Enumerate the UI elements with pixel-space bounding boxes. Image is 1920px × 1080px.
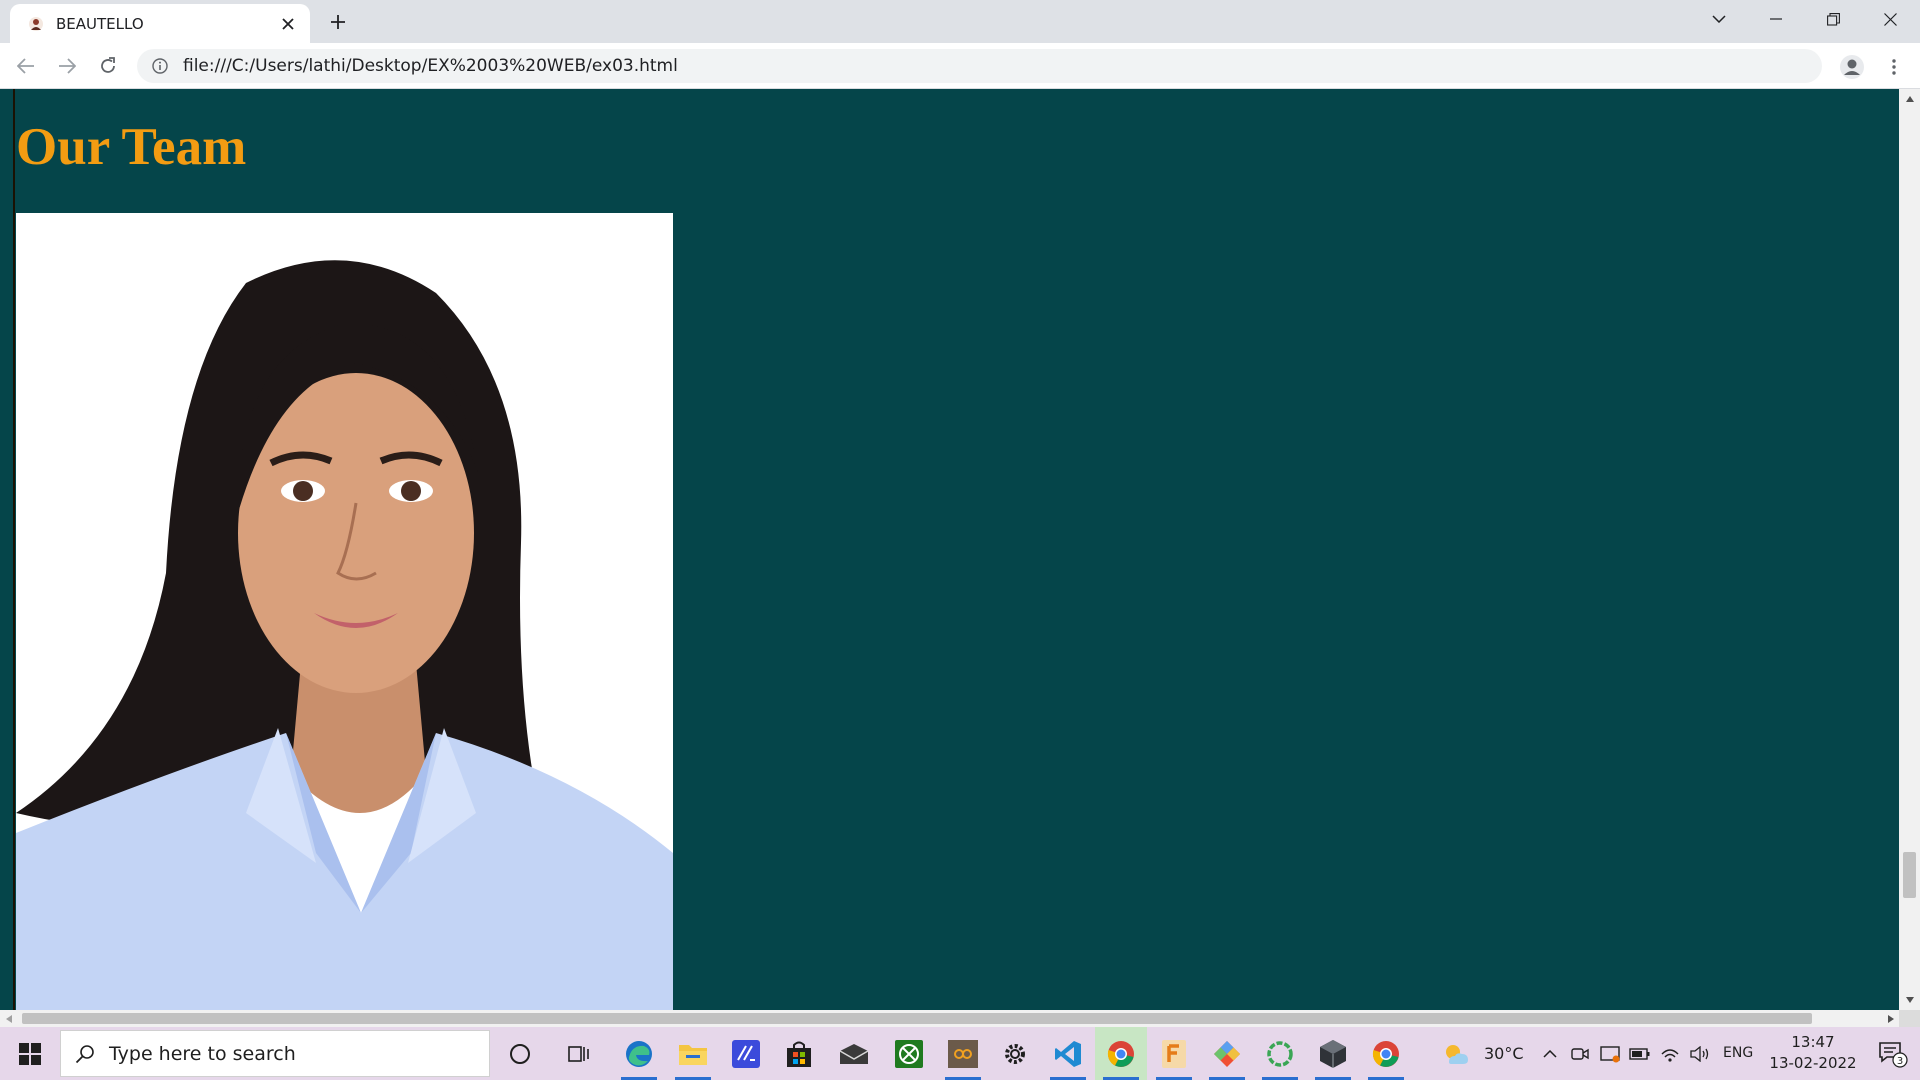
- search-placeholder: Type here to search: [109, 1042, 296, 1065]
- vertical-scroll-thumb[interactable]: [1903, 852, 1916, 898]
- tab-title: BEAUTELLO: [56, 14, 144, 33]
- scroll-down-icon[interactable]: [1899, 990, 1920, 1010]
- task-view-icon[interactable]: [554, 1027, 606, 1080]
- url-text: file:///C:/Users/lathi/Desktop/EX%2003%2…: [183, 56, 678, 76]
- chrome-icon[interactable]: [1360, 1027, 1412, 1080]
- favicon-icon: [26, 14, 46, 34]
- sublime-icon[interactable]: [1148, 1027, 1200, 1080]
- horizontal-scroll-thumb[interactable]: [22, 1013, 1812, 1024]
- scroll-right-icon[interactable]: [1882, 1010, 1899, 1027]
- settings-icon[interactable]: [989, 1027, 1041, 1080]
- weather-icon[interactable]: [1436, 1027, 1476, 1080]
- search-icon: [75, 1044, 94, 1063]
- cube-app-icon[interactable]: [1307, 1027, 1359, 1080]
- horizontal-scrollbar[interactable]: [0, 1010, 1899, 1027]
- new-tab-button[interactable]: [325, 9, 351, 35]
- browser-tabstrip: BEAUTELLO: [0, 0, 1920, 43]
- clock-date: 13-02-2022: [1769, 1054, 1857, 1072]
- browser-toolbar: file:///C:/Users/lathi/Desktop/EX%2003%2…: [0, 43, 1920, 89]
- store-icon[interactable]: [773, 1027, 825, 1080]
- xbox-icon[interactable]: [883, 1027, 935, 1080]
- profile-icon[interactable]: [1836, 51, 1868, 83]
- wifi-icon[interactable]: [1656, 1027, 1684, 1080]
- clock-time: 13:47: [1791, 1033, 1835, 1051]
- close-window-icon[interactable]: [1866, 0, 1914, 38]
- cortana-icon[interactable]: [494, 1027, 546, 1080]
- edge-icon[interactable]: [613, 1027, 665, 1080]
- menu-icon[interactable]: [1878, 51, 1910, 83]
- cortana-ring-icon[interactable]: [1254, 1027, 1306, 1080]
- browser-tab[interactable]: BEAUTELLO: [10, 4, 310, 43]
- back-icon[interactable]: [9, 49, 43, 83]
- media-app-icon[interactable]: [937, 1027, 989, 1080]
- chrome-active-icon[interactable]: [1095, 1027, 1147, 1080]
- weather-temperature[interactable]: 30°C: [1484, 1044, 1524, 1063]
- chevron-up-icon[interactable]: [1535, 1027, 1565, 1080]
- reload-icon[interactable]: [91, 49, 125, 83]
- vscode-icon[interactable]: [1042, 1027, 1094, 1080]
- restore-icon[interactable]: [1809, 0, 1857, 38]
- minimize-icon[interactable]: [1752, 0, 1800, 38]
- visual-studio-icon[interactable]: [720, 1027, 772, 1080]
- security-icon[interactable]: [1596, 1027, 1624, 1080]
- page-left-border: [13, 89, 15, 1010]
- vertical-scrollbar[interactable]: [1899, 89, 1920, 1010]
- tab-close-icon[interactable]: [278, 14, 298, 34]
- battery-icon[interactable]: [1626, 1027, 1654, 1080]
- notifications-icon[interactable]: 3: [1866, 1027, 1920, 1080]
- taskbar-search-input[interactable]: Type here to search: [60, 1030, 490, 1077]
- taskbar-clock[interactable]: 13:47 13-02-2022: [1763, 1032, 1863, 1074]
- scroll-up-icon[interactable]: [1899, 89, 1920, 109]
- git-icon[interactable]: [1201, 1027, 1253, 1080]
- scroll-left-icon[interactable]: [0, 1010, 17, 1027]
- page-title: Our Team: [16, 118, 247, 176]
- mail-icon[interactable]: [828, 1027, 880, 1080]
- windows-start-icon[interactable]: [0, 1027, 60, 1080]
- scroll-corner: [1899, 1010, 1920, 1027]
- windows-taskbar: Type here to search 30°C ENG 13:47 13-02…: [0, 1027, 1920, 1080]
- forward-icon[interactable]: [50, 49, 84, 83]
- notification-count: 3: [1897, 1056, 1903, 1067]
- meet-now-icon[interactable]: [1566, 1027, 1594, 1080]
- tab-search-icon[interactable]: [1695, 0, 1743, 38]
- file-explorer-icon[interactable]: [667, 1027, 719, 1080]
- address-bar[interactable]: file:///C:/Users/lathi/Desktop/EX%2003%2…: [137, 49, 1822, 83]
- info-icon[interactable]: [151, 57, 169, 75]
- volume-icon[interactable]: [1686, 1027, 1714, 1080]
- language-indicator[interactable]: ENG: [1723, 1045, 1753, 1061]
- page-viewport: Our Team: [0, 89, 1899, 1010]
- team-member-photo: [16, 213, 673, 1010]
